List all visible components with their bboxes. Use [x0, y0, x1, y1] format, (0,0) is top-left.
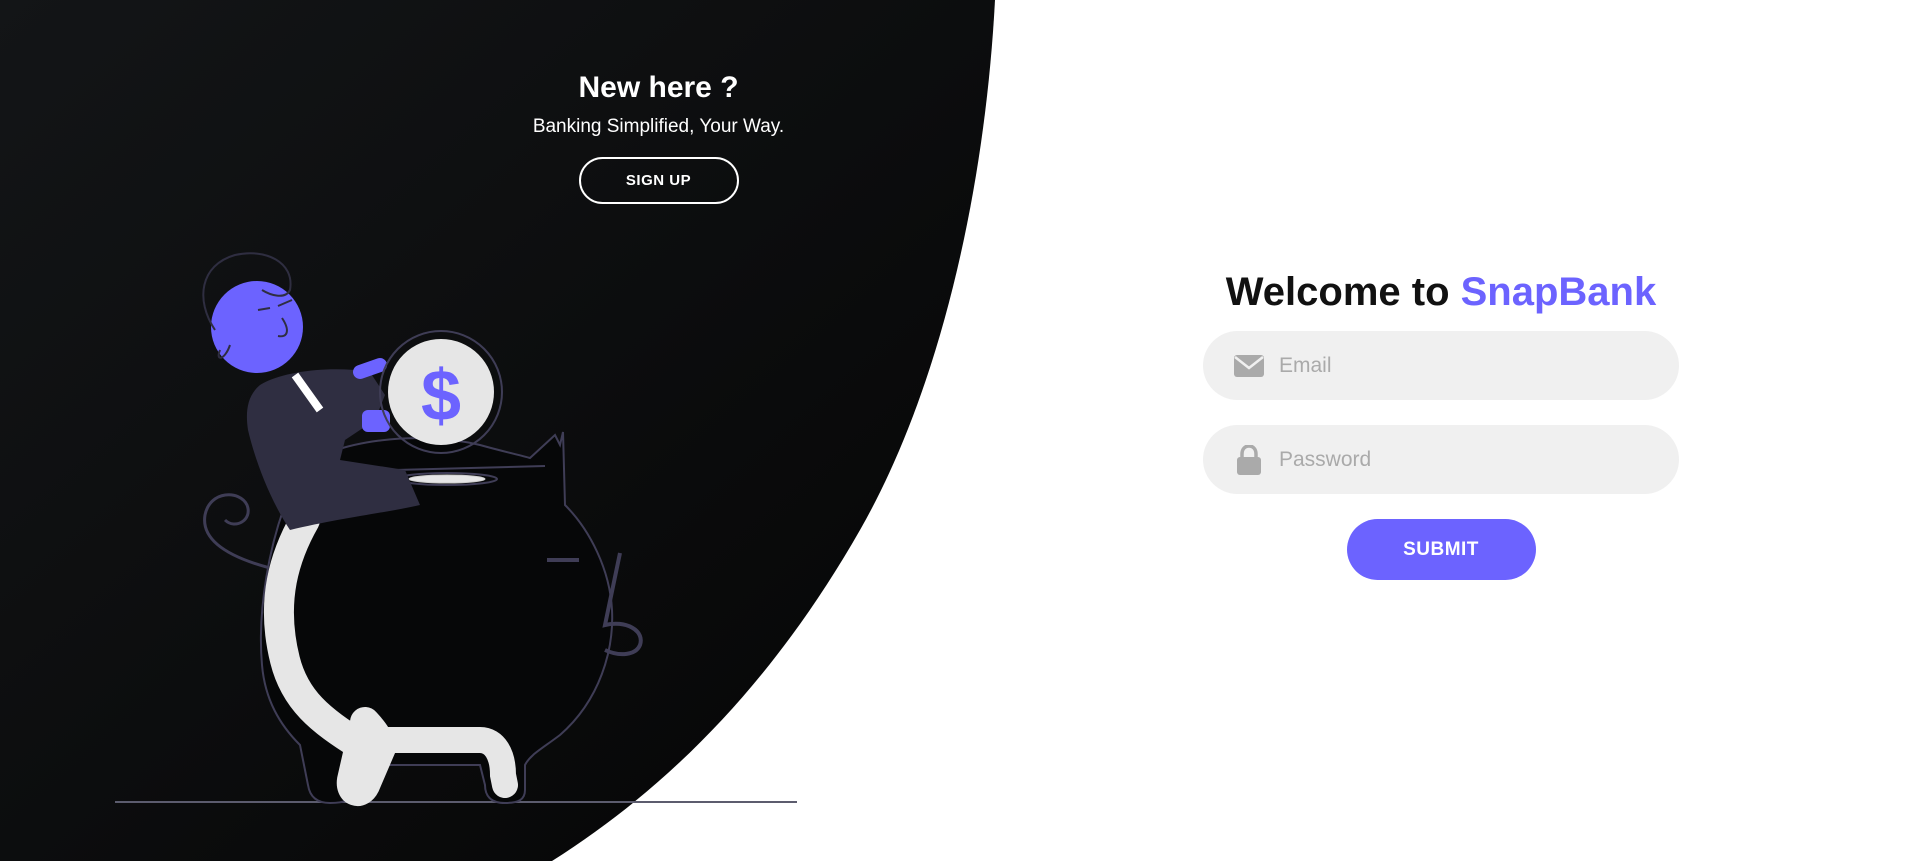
signup-title: New here ? — [578, 71, 739, 104]
person-arm — [353, 358, 387, 379]
signup-button[interactable]: SIGN UP — [578, 157, 739, 204]
email-field-wrapper — [1203, 331, 1679, 400]
submit-row: SUBMIT — [1203, 519, 1679, 580]
login-page: $ New here ? Banking Simplified, Your Wa… — [0, 0, 1920, 861]
login-title-prefix: Welcome to — [1225, 270, 1461, 314]
email-input[interactable] — [1279, 331, 1659, 400]
signup-subtitle: Banking Simplified, Your Way. — [532, 116, 785, 137]
login-title: Welcome to SnapBank — [1203, 266, 1679, 318]
envelope-icon — [1234, 355, 1264, 377]
login-form: Welcome to SnapBank SUBMIT — [1203, 266, 1679, 580]
password-field-wrapper — [1203, 425, 1679, 494]
password-input[interactable] — [1279, 425, 1659, 494]
person-head — [211, 281, 303, 373]
dollar-symbol: $ — [421, 356, 461, 436]
pig-tail — [203, 493, 271, 570]
brand-name: SnapBank — [1460, 270, 1657, 314]
submit-button[interactable]: SUBMIT — [1346, 519, 1536, 580]
lock-icon — [1237, 445, 1261, 475]
signup-panel: New here ? Banking Simplified, Your Way.… — [430, 68, 887, 204]
